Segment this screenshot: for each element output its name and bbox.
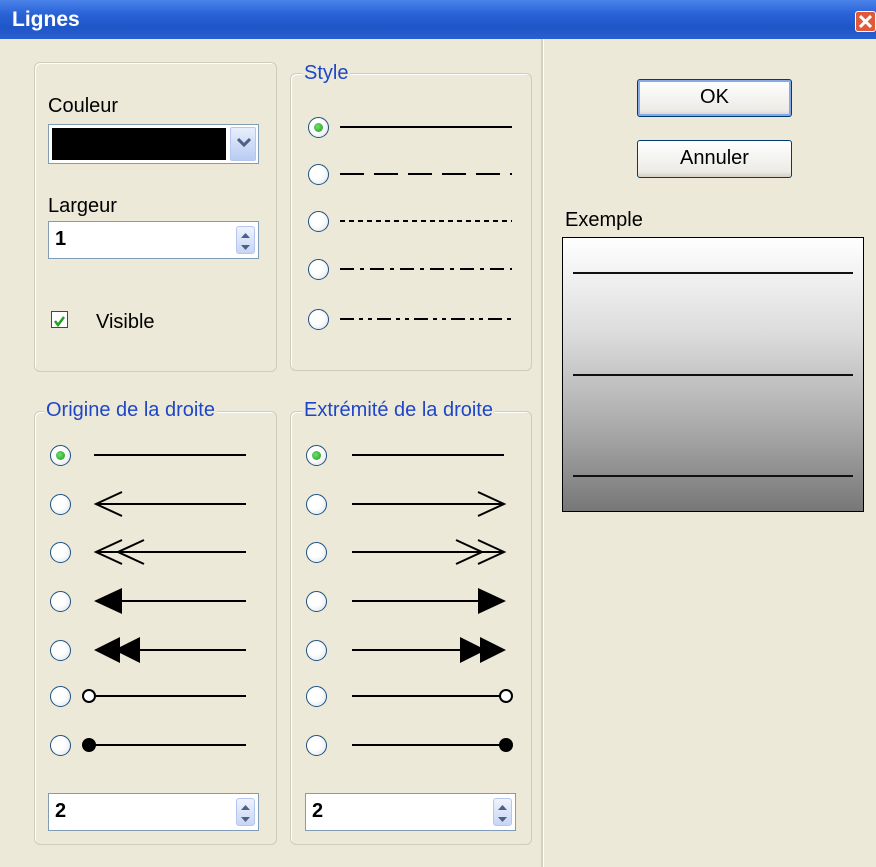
- dashed-line-sample: [340, 173, 512, 175]
- up-down-arrows-icon: [241, 805, 250, 822]
- end-plain-line: [352, 454, 504, 456]
- color-swatch: [52, 128, 226, 160]
- style-option-dash-dot[interactable]: [308, 259, 329, 280]
- origin-size-spinner[interactable]: 2: [48, 793, 259, 831]
- origin-option-double-open-arrow[interactable]: [50, 542, 71, 563]
- end-open-circle-icon: [352, 689, 513, 703]
- dash-dot-dot-line-sample: [340, 318, 512, 320]
- dash-dot-line-sample: [340, 268, 512, 270]
- end-option-filled-arrow[interactable]: [306, 591, 327, 612]
- color-label: Couleur: [48, 95, 119, 117]
- checkmark-icon: [54, 316, 65, 328]
- preview-label: Exemple: [565, 209, 643, 231]
- separator: [541, 39, 544, 867]
- close-button[interactable]: [855, 11, 876, 32]
- end-double-filled-arrow-icon: [352, 637, 506, 663]
- dotted-line-sample: [340, 220, 512, 222]
- origin-filled-circle-icon: [82, 738, 246, 752]
- visible-checkbox[interactable]: [51, 311, 68, 328]
- preview-line: [573, 475, 853, 477]
- origin-filled-arrow-icon: [94, 588, 246, 614]
- origin-legend: Origine de la droite: [44, 399, 217, 421]
- end-double-open-arrow-icon: [352, 539, 507, 565]
- origin-option-filled-circle[interactable]: [50, 735, 71, 756]
- end-filled-circle-icon: [352, 738, 513, 752]
- ok-button[interactable]: OK: [637, 79, 792, 117]
- end-group: [290, 411, 532, 845]
- style-option-dash-dot-dot[interactable]: [308, 309, 329, 330]
- spin-buttons[interactable]: [236, 226, 255, 254]
- window-title: Lignes: [12, 8, 80, 31]
- preview-line: [573, 272, 853, 274]
- color-dropdown[interactable]: [48, 124, 259, 164]
- end-option-double-open-arrow[interactable]: [306, 542, 327, 563]
- end-option-open-circle[interactable]: [306, 686, 327, 707]
- spin-buttons[interactable]: [236, 798, 255, 826]
- end-option-none[interactable]: [306, 445, 327, 466]
- chevron-down-icon: [237, 138, 251, 148]
- title-bar: Lignes: [0, 0, 876, 39]
- origin-size-value: 2: [55, 800, 67, 822]
- style-option-solid[interactable]: [308, 117, 329, 138]
- origin-plain-line: [94, 454, 246, 456]
- origin-group: [34, 411, 277, 845]
- up-down-arrows-icon: [498, 805, 507, 822]
- end-option-filled-circle[interactable]: [306, 735, 327, 756]
- origin-double-filled-arrow-icon: [94, 637, 246, 663]
- up-down-arrows-icon: [241, 233, 250, 250]
- origin-double-open-arrow-icon: [93, 539, 246, 565]
- preview-line: [573, 374, 853, 376]
- dropdown-button[interactable]: [230, 127, 256, 161]
- end-legend: Extrémité de la droite: [302, 399, 495, 421]
- visible-label: Visible: [96, 311, 155, 333]
- style-option-dotted[interactable]: [308, 211, 329, 232]
- origin-option-open-arrow[interactable]: [50, 494, 71, 515]
- preview-box: [562, 237, 864, 512]
- origin-option-open-circle[interactable]: [50, 686, 71, 707]
- close-icon: [859, 15, 872, 28]
- origin-open-arrow-icon: [93, 491, 246, 517]
- origin-option-none[interactable]: [50, 445, 71, 466]
- end-open-arrow-icon: [352, 491, 507, 517]
- spin-buttons[interactable]: [493, 798, 512, 826]
- origin-option-filled-arrow[interactable]: [50, 591, 71, 612]
- end-size-value: 2: [312, 800, 324, 822]
- end-option-double-filled-arrow[interactable]: [306, 640, 327, 661]
- origin-option-double-filled-arrow[interactable]: [50, 640, 71, 661]
- end-filled-arrow-icon: [352, 588, 506, 614]
- width-label: Largeur: [48, 195, 117, 217]
- end-option-open-arrow[interactable]: [306, 494, 327, 515]
- style-option-dashed[interactable]: [308, 164, 329, 185]
- width-spinner[interactable]: 1: [48, 221, 259, 259]
- style-legend: Style: [302, 62, 351, 84]
- end-size-spinner[interactable]: 2: [305, 793, 516, 831]
- origin-open-circle-icon: [82, 689, 246, 703]
- solid-line-sample: [340, 126, 512, 128]
- width-value: 1: [55, 228, 67, 250]
- cancel-button[interactable]: Annuler: [637, 140, 792, 178]
